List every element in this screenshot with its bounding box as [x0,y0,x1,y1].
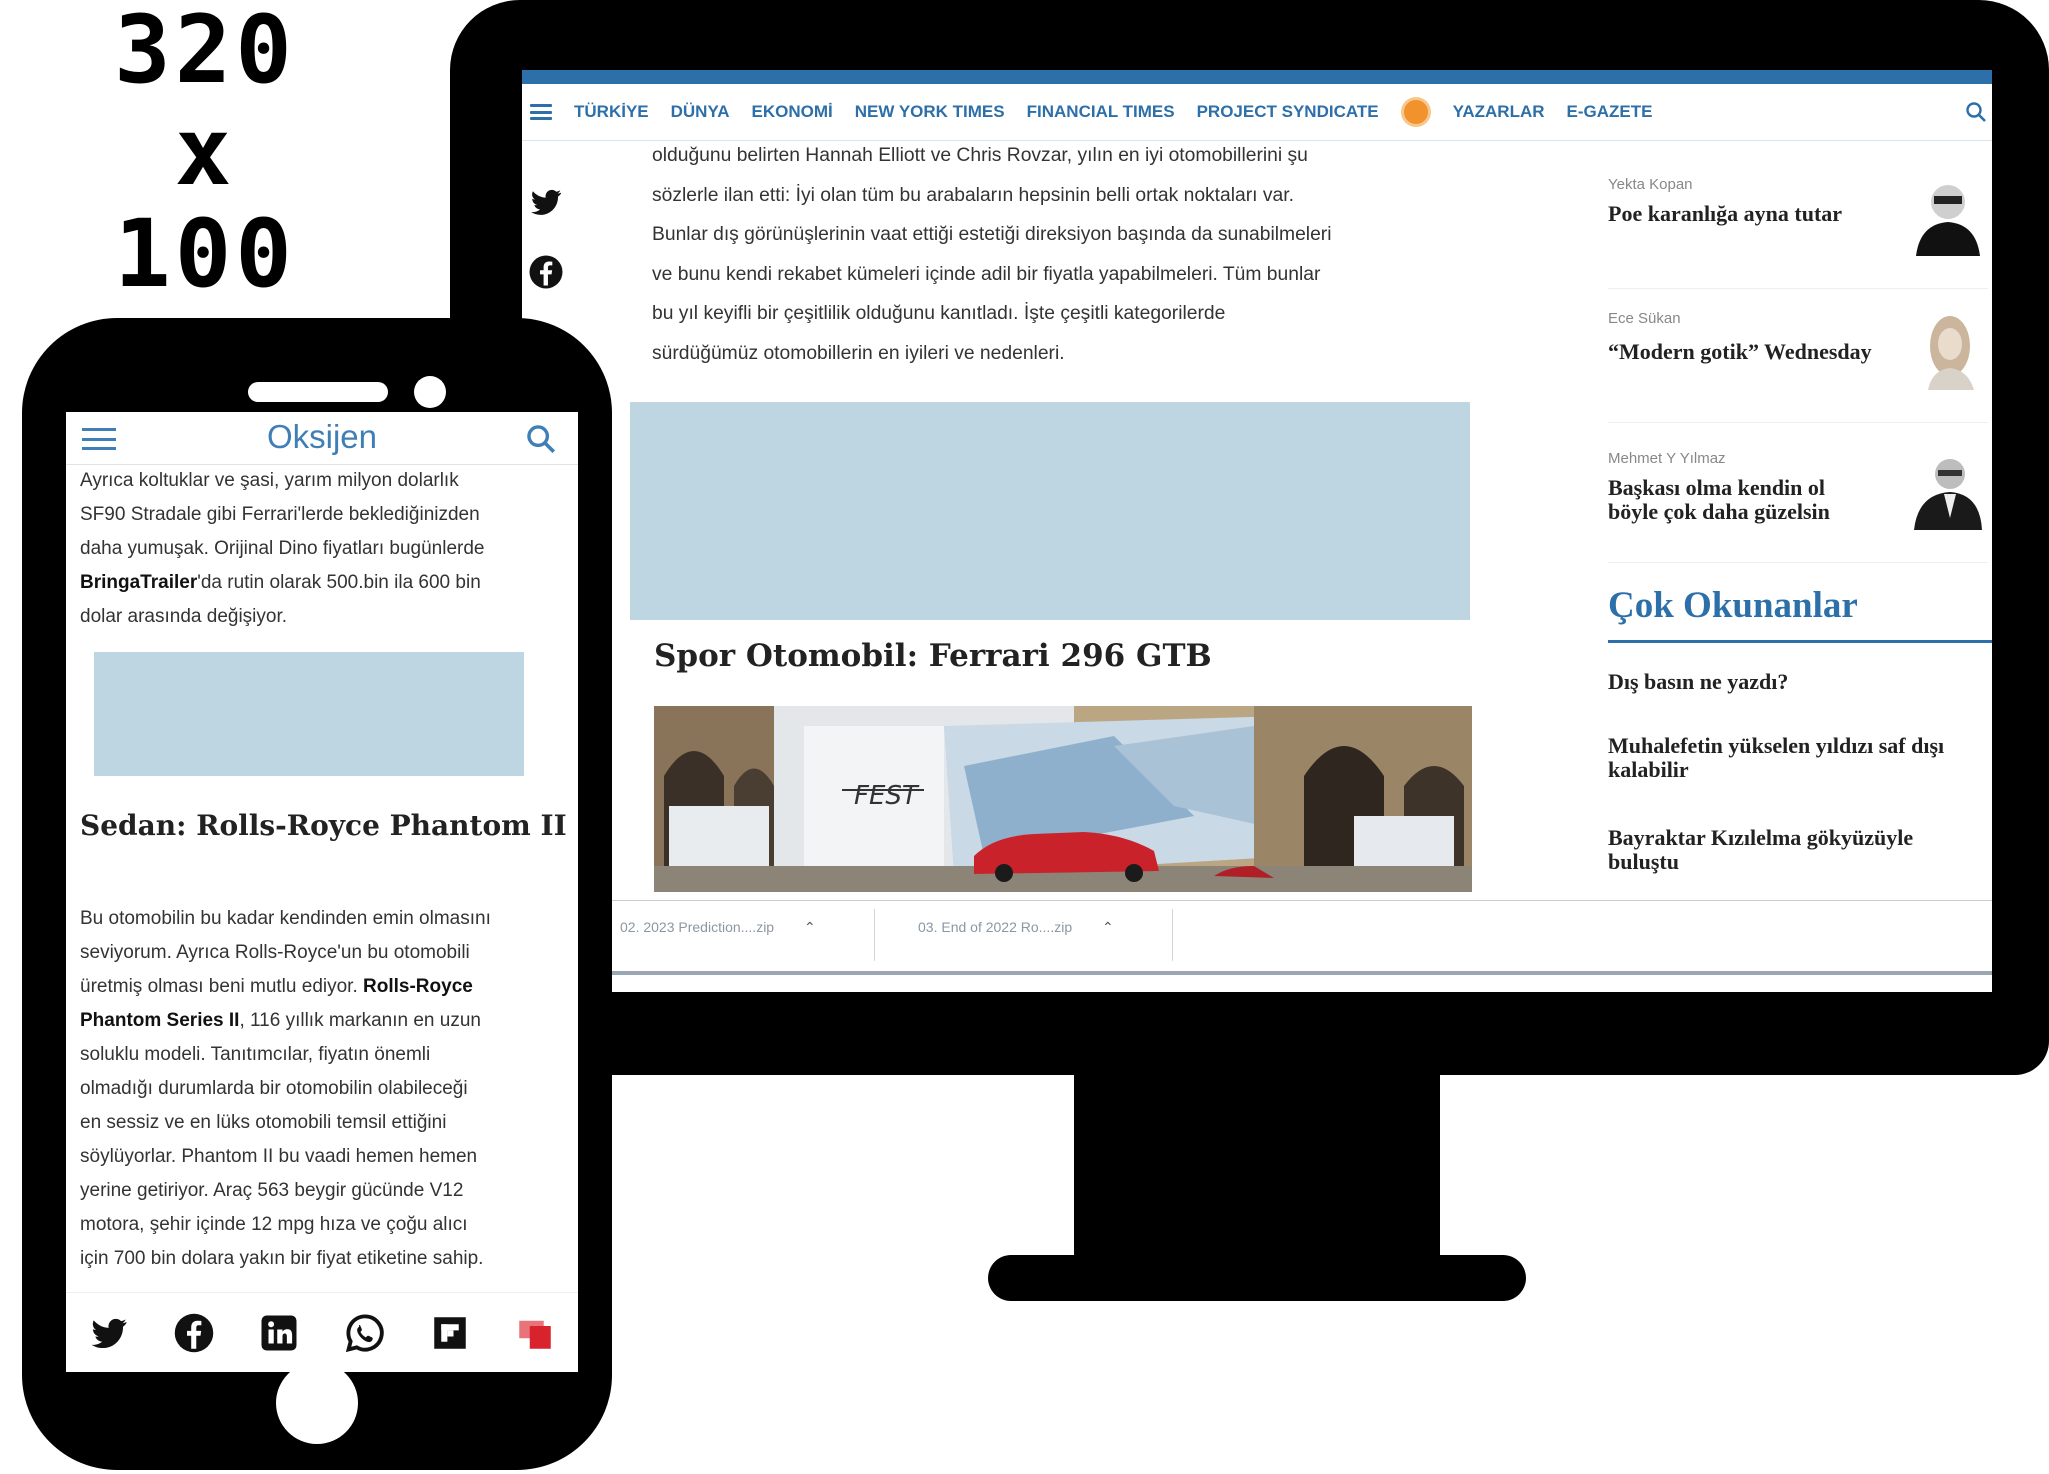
search-icon[interactable] [524,422,558,456]
chevron-up-icon[interactable]: ⌃ [804,919,816,935]
most-read-item[interactable]: Dış basın ne yazdı? [1608,670,1978,694]
article-line: yerine getiriyor. Araç 563 beygir gücünd… [80,1180,464,1201]
author-card[interactable]: Yekta Kopan Poe karanlığa ayna tutar [1608,168,1988,289]
nav-item-yazarlar[interactable]: YAZARLAR [1453,102,1545,122]
phone-home-button[interactable] [276,1362,358,1444]
nav-item-dunya[interactable]: DÜNYA [671,102,730,122]
article-line: ve bunu kendi rekabet kümeleri içinde ad… [652,263,1321,285]
downloads-bar: 02. 2023 Prediction....zip ⌃ 03. End of … [612,900,1992,975]
author-name: Mehmet Y Yılmaz [1608,450,1726,467]
article-line: Ayrıca koltuklar ve şasi, yarım milyon d… [80,470,459,491]
size-label-x: x [174,98,236,207]
site-logo-icon[interactable] [1400,97,1431,127]
article-line: söylüyorlar. Phantom II bu vaadi hemen h… [80,1146,478,1167]
phone-camera [414,376,446,408]
download-label: 02. 2023 Prediction....zip [620,919,775,935]
author-name: Ece Sükan [1608,310,1681,327]
most-read-item[interactable]: Bayraktar Kızılelma gökyüzüyle buluştu [1608,826,1978,874]
article-line: motora, şehir içinde 12 mpg hıza ve çoğu… [80,1214,468,1235]
monitor-base [988,1255,1526,1301]
ad-placeholder[interactable] [630,402,1470,620]
article-line: dolar arasında değişiyor. [80,606,288,627]
mobile-article-body: Bu otomobilin bu kadar kendinden emin ol… [80,902,572,1276]
divider [874,909,875,961]
monitor-stand [1074,1075,1440,1270]
bookmark-icon[interactable] [514,1312,556,1354]
flipboard-icon[interactable] [429,1312,471,1354]
avatar [1914,459,1982,530]
download-item[interactable]: 02. 2023 Prediction....zip ⌃ [620,919,816,936]
article-line: SF90 Stradale gibi Ferrari'lerde bekledi… [80,504,480,525]
size-label-height: 100 [114,200,296,309]
article-line: en sessiz ve en lüks otomobili temsil et… [80,1112,447,1133]
chevron-up-icon[interactable]: ⌃ [1102,919,1114,935]
mobile-share-bar [66,1292,578,1372]
article-line: olduğunu belirten Hannah Elliott ve Chri… [652,145,1308,166]
mobile-section-heading: Sedan: Rolls-Royce Phantom II [80,809,567,842]
most-read-title: Çok Okunanlar [1608,585,1858,626]
facebook-icon[interactable] [173,1312,215,1354]
article-line: soluklu modeli. Tanıtımcılar, fiyatın ön… [80,1044,431,1065]
avatar [1916,185,1980,256]
nav-item-ft[interactable]: FINANCIAL TIMES [1027,102,1175,122]
bold-text: Rolls-Royce [363,976,473,997]
author-name: Yekta Kopan [1608,176,1693,193]
article-line: BringaTrailer'da rutin olarak 500.bin il… [80,572,481,593]
author-card[interactable]: Ece Sükan “Modern gotik” Wednesday [1608,302,1988,423]
article-line: daha yumuşak. Orijinal Dino fiyatları bu… [80,538,485,559]
article-line: bu yıl keyifli bir çeşitlilik olduğunu k… [652,303,1226,324]
article-line: sözlerle ilan etti: İyi olan tüm bu arab… [652,184,1294,206]
desktop-screen: TÜRKİYE DÜNYA EKONOMİ NEW YORK TIMES FIN… [522,70,1992,992]
author-article-title[interactable]: Poe karanlığa ayna tutar [1608,202,1878,226]
article-line: olmadığı durumlarda bir otomobilin olabi… [80,1078,468,1099]
article-line: Bu otomobilin bu kadar kendinden emin ol… [80,908,491,929]
article-line: Bunlar dış görünüşlerinin vaat ettiği es… [652,224,1332,245]
size-label-width: 320 [114,0,296,105]
divider [1172,909,1173,961]
size-label: 320 x 100 [80,0,330,306]
download-item[interactable]: 03. End of 2022 Ro....zip ⌃ [918,919,1114,936]
nav-item-e-gazete[interactable]: E-GAZETE [1567,102,1653,122]
facebook-icon[interactable] [528,254,564,290]
nav-item-turkiye[interactable]: TÜRKİYE [574,102,649,122]
mobile-article-intro: Ayrıca koltuklar ve şasi, yarım milyon d… [80,464,568,634]
fest-sign: FEST [854,781,920,811]
ferrari-photo: FEST [654,706,1472,892]
twitter-icon[interactable] [88,1312,130,1354]
bold-text: Phantom Series II [80,1010,240,1031]
browser-top-bar [522,70,1992,84]
linkedin-icon[interactable] [258,1312,300,1354]
article-body: olduğunu belirten Hannah Elliott ve Chri… [652,136,1472,373]
menu-icon[interactable] [530,104,552,120]
author-article-title[interactable]: Başkası olma kendin ol böyle çok daha gü… [1608,476,1878,524]
article-line: Phantom Series II, 116 yıllık markanın e… [80,1010,481,1031]
phone-speaker [248,382,388,402]
article-line: üretmiş olması beni mutlu ediyor. Rolls-… [80,976,473,997]
author-card[interactable]: Mehmet Y Yılmaz Başkası olma kendin ol b… [1608,442,1988,563]
article-line: için 700 bin dolara yakın bir fiyat etik… [80,1248,484,1269]
nav-item-ekonomi[interactable]: EKONOMİ [752,102,833,122]
divider [1608,640,1992,643]
twitter-icon[interactable] [528,184,564,220]
author-article-title[interactable]: “Modern gotik” Wednesday [1608,340,1878,364]
mobile-logo[interactable]: Oksijen [66,418,578,456]
whatsapp-icon[interactable] [344,1312,386,1354]
ad-placeholder[interactable] [94,652,524,776]
most-read-item[interactable]: Muhalefetin yükselen yıldızı saf dışı ka… [1608,734,1978,782]
bold-link[interactable]: BringaTrailer [80,572,197,593]
article-line: seviyorum. Ayrıca Rolls-Royce'un bu otom… [80,942,470,963]
main-nav: TÜRKİYE DÜNYA EKONOMİ NEW YORK TIMES FIN… [522,84,1992,141]
mobile-header: Oksijen [66,412,578,465]
avatar [1928,316,1974,390]
search-icon[interactable] [1964,100,1988,124]
nav-item-nyt[interactable]: NEW YORK TIMES [855,102,1005,122]
nav-item-project-syndicate[interactable]: PROJECT SYNDICATE [1197,102,1379,122]
section-heading: Spor Otomobil: Ferrari 296 GTB [654,638,1212,674]
article-line: sürdüğümüz otomobillerin en iyileri ve n… [652,342,1065,364]
mobile-screen: Ayrıca koltuklar ve şasi, yarım milyon d… [66,412,578,1372]
download-label: 03. End of 2022 Ro....zip [918,919,1073,935]
